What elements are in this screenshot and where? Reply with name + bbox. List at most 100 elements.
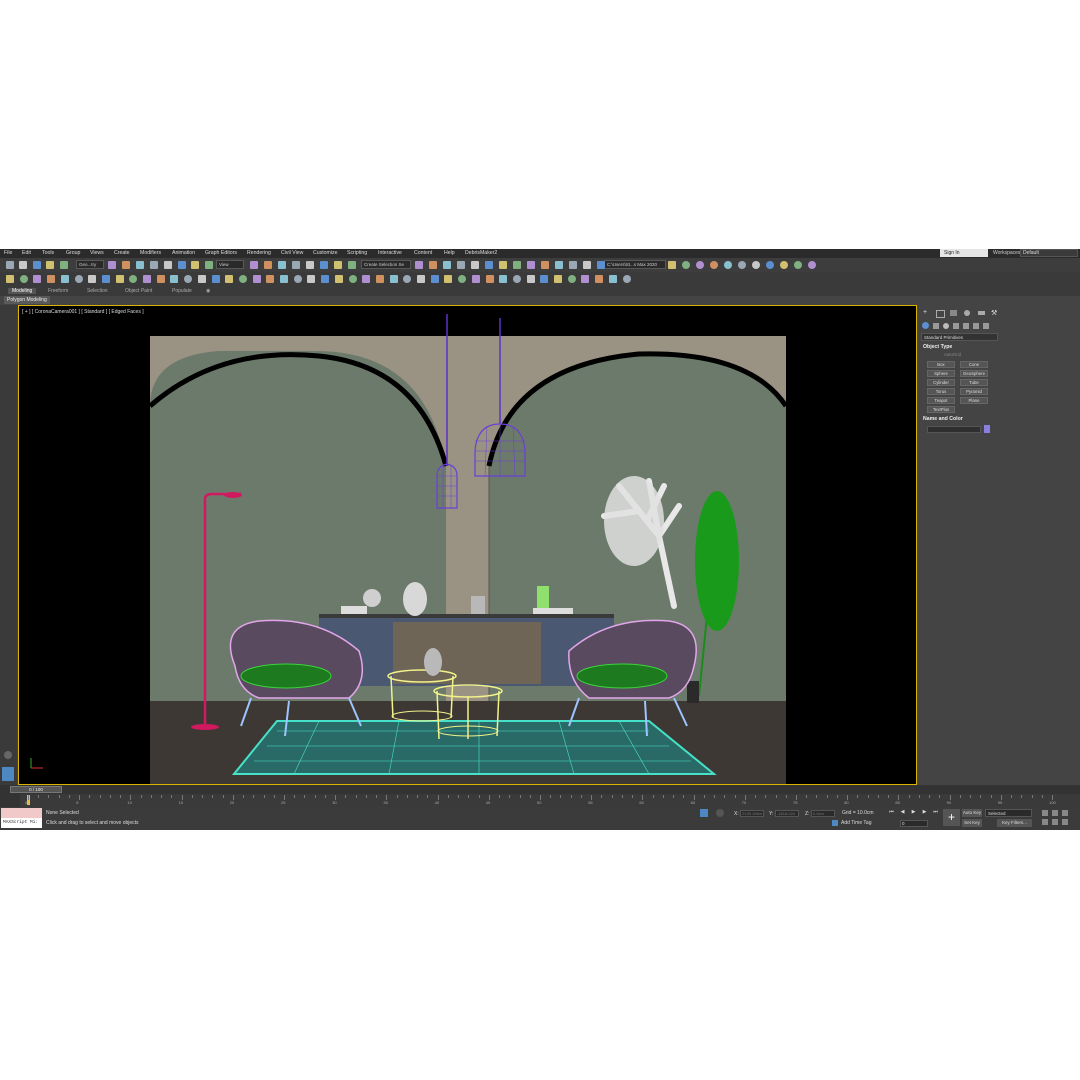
create-cone-button[interactable]: Cone <box>960 361 988 368</box>
toolbar-tool-icon[interactable] <box>696 261 704 269</box>
name-and-color-rollout[interactable]: Name and Color <box>923 416 963 422</box>
ribbon-tab-populate[interactable]: Populate <box>172 288 192 294</box>
modeling-tool-icon[interactable] <box>184 275 193 283</box>
ribbon-tab-freeform[interactable]: Freeform <box>48 288 68 294</box>
toolbar-tool-icon[interactable] <box>6 261 14 269</box>
object-type-rollout[interactable]: Object Type <box>923 344 952 350</box>
modeling-tool-icon[interactable] <box>485 275 494 283</box>
create-tube-button[interactable]: Tube <box>960 379 988 386</box>
modeling-tool-icon[interactable] <box>238 275 247 283</box>
modeling-tool-icon[interactable] <box>444 275 453 283</box>
modeling-tool-icon[interactable] <box>334 275 343 283</box>
play-button[interactable]: ▶ <box>910 809 917 816</box>
toolbar-tool-icon[interactable] <box>348 261 356 269</box>
create-cylinder-button[interactable]: Cylinder <box>927 379 955 386</box>
toolbar-tool-icon[interactable] <box>320 261 328 269</box>
toolbar-tool-icon[interactable] <box>19 261 27 269</box>
lights-icon[interactable] <box>943 323 949 329</box>
isolate-selection-icon[interactable] <box>700 809 708 817</box>
maxscript-listener[interactable]: MAXScript Mi: <box>1 808 42 828</box>
modeling-tool-icon[interactable] <box>293 275 302 283</box>
toolbar-tool-icon[interactable] <box>250 261 258 269</box>
prev-frame-button[interactable]: ◀ <box>899 809 906 816</box>
zoom-extents-icon[interactable] <box>1062 810 1068 816</box>
time-slider-thumb[interactable]: 0 / 100 <box>10 786 62 793</box>
zoom-all-icon[interactable] <box>1052 810 1058 816</box>
modeling-tool-icon[interactable] <box>211 275 220 283</box>
modeling-tool-icon[interactable] <box>266 275 275 283</box>
project-folder-dropdown[interactable]: C:\Users\St...s Max 2020 <box>604 260 666 269</box>
sign-in-button[interactable]: Sign In <box>940 249 988 257</box>
toolbar-tool-icon[interactable] <box>710 261 718 269</box>
toolbar-tool-icon[interactable] <box>555 261 563 269</box>
motion-tab-icon[interactable] <box>964 310 970 316</box>
menu-file[interactable]: File <box>4 250 12 256</box>
create-box-button[interactable]: Box <box>927 361 955 368</box>
menu-views[interactable]: Views <box>90 250 104 256</box>
toolbar-tool-icon[interactable] <box>136 261 144 269</box>
modeling-tool-icon[interactable] <box>225 275 234 283</box>
named-selection-set-dropdown[interactable]: Create Selection Se <box>361 260 411 269</box>
key-filters-button[interactable]: Key Filters... <box>997 819 1032 827</box>
pan-icon[interactable] <box>1052 819 1058 825</box>
auto-key-button[interactable]: Auto Key <box>962 809 982 817</box>
create-sphere-button[interactable]: Sphere <box>927 370 955 377</box>
z-coordinate-field[interactable]: 0.0cm <box>811 810 835 817</box>
modeling-tool-icon[interactable] <box>458 275 467 283</box>
selection-lock-icon[interactable] <box>716 809 724 817</box>
menu-animation[interactable]: Animation <box>172 250 195 256</box>
toolbar-tool-icon[interactable] <box>122 261 130 269</box>
menu-edit[interactable]: Edit <box>22 250 31 256</box>
viewport-label[interactable]: [ + ] [ CoronaCamera001 ] [ Standard ] [… <box>22 309 144 315</box>
helpers-icon[interactable] <box>963 323 969 329</box>
menu-interactive[interactable]: Interactive <box>378 250 402 256</box>
spacewarps-icon[interactable] <box>973 323 979 329</box>
modeling-tool-icon[interactable] <box>403 275 412 283</box>
menu-customize[interactable]: Customize <box>313 250 338 256</box>
modeling-tool-icon[interactable] <box>608 275 617 283</box>
menu-rendering[interactable]: Rendering <box>247 250 271 256</box>
ribbon-tab-modeling[interactable]: Modeling <box>8 288 37 294</box>
shapes-icon[interactable] <box>933 323 939 329</box>
current-frame-field[interactable]: 0 <box>900 820 928 827</box>
toolbar-tool-icon[interactable] <box>457 261 465 269</box>
menu-tools[interactable]: Tools <box>42 250 54 256</box>
orbit-icon[interactable] <box>1062 819 1068 825</box>
menu-create[interactable]: Create <box>114 250 130 256</box>
cameras-icon[interactable] <box>953 323 959 329</box>
menu-content[interactable]: Content <box>414 250 432 256</box>
modeling-tool-icon[interactable] <box>156 275 165 283</box>
create-tab-icon[interactable]: + <box>923 309 927 316</box>
next-frame-button[interactable]: ▶ <box>921 809 928 816</box>
toolbar-tool-icon[interactable] <box>569 261 577 269</box>
goto-end-button[interactable]: ⏭ <box>932 809 939 816</box>
autogrid-checkbox[interactable]: AutoGrid <box>944 352 961 357</box>
y-coordinate-field[interactable]: -1616.024 <box>775 810 799 817</box>
modeling-tool-icon[interactable] <box>197 275 206 283</box>
reference-coordinate-dropdown[interactable]: View <box>216 260 244 269</box>
toolbar-tool-icon[interactable] <box>597 261 605 269</box>
toolbar-tool-icon[interactable] <box>205 261 213 269</box>
hierarchy-tab-icon[interactable] <box>950 310 957 316</box>
toolbar-tool-icon[interactable] <box>108 261 116 269</box>
modeling-tool-icon[interactable] <box>6 275 14 283</box>
toolbar-tool-icon[interactable] <box>264 261 272 269</box>
key-mode-dropdown[interactable]: Selected <box>985 809 1032 817</box>
create-plane-button[interactable]: Plane <box>960 397 988 404</box>
modeling-tool-icon[interactable] <box>348 275 357 283</box>
toolbar-tool-icon[interactable] <box>443 261 451 269</box>
zoom-icon[interactable] <box>1042 810 1048 816</box>
camera-viewport[interactable]: [ + ] [ CoronaCamera001 ] [ Standard ] [… <box>18 305 917 785</box>
modeling-tool-icon[interactable] <box>321 275 330 283</box>
toolbar-tool-icon[interactable] <box>471 261 479 269</box>
modeling-tool-icon[interactable] <box>307 275 316 283</box>
toolbar-tool-icon[interactable] <box>415 261 423 269</box>
workspace-dropdown[interactable]: Default <box>1020 249 1078 257</box>
toolbar-tool-icon[interactable] <box>46 261 54 269</box>
category-dropdown[interactable]: Standard Primitives <box>921 333 998 341</box>
time-slider[interactable]: 0 / 100 <box>0 785 1080 794</box>
menu-modifiers[interactable]: Modifiers <box>140 250 161 256</box>
modeling-tool-icon[interactable] <box>471 275 480 283</box>
ribbon-tab-selection[interactable]: Selection <box>87 288 108 294</box>
toolbar-tool-icon[interactable] <box>292 261 300 269</box>
